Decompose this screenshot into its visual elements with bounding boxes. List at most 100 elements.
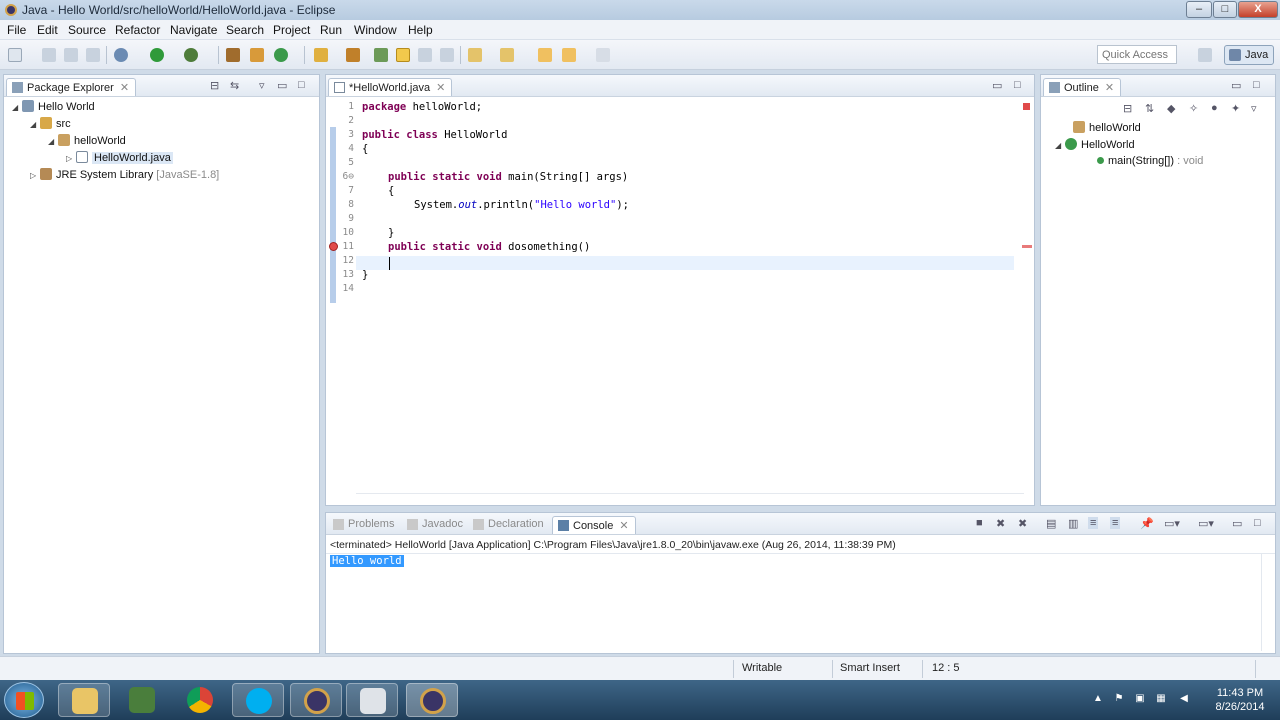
close-tab-icon[interactable]: ✕ [120,82,129,94]
remove-all-terminated-icon[interactable]: ✖ [1018,517,1027,530]
new-class-icon[interactable] [274,48,288,62]
tab-outline[interactable]: Outline ✕ [1043,78,1122,96]
expand-icon[interactable]: ◢ [48,137,58,146]
network-icon[interactable]: ▣ [1134,693,1146,705]
system-clock[interactable]: 11:43 PM 8/26/2014 [1205,686,1275,714]
block-selection-icon[interactable] [440,48,454,62]
search-icon[interactable] [346,48,360,62]
expand-icon[interactable]: ◢ [12,103,22,112]
close-tab-icon[interactable]: ✕ [619,520,628,532]
toggle-highlight-icon[interactable] [396,48,410,62]
taskbar-media[interactable] [116,683,168,717]
java-perspective-button[interactable]: Java [1224,45,1274,65]
save-icon[interactable] [42,48,56,62]
status-insert-mode[interactable]: Smart Insert [840,662,900,674]
scroll-lock-icon[interactable]: ▥ [1068,517,1078,530]
debug-icon[interactable] [114,48,128,62]
menu-search[interactable]: Search [226,23,264,37]
menu-run[interactable]: Run [320,23,342,37]
sort-icon[interactable]: ⇅ [1145,102,1154,115]
collapse-icon[interactable]: ▷ [66,154,76,163]
minimize-button[interactable]: – [1186,1,1212,18]
tab-package-explorer[interactable]: Package Explorer ✕ [6,78,137,96]
hide-local-types-icon[interactable]: ✦ [1231,102,1240,115]
show-console-on-output-icon[interactable]: ≡ [1110,517,1121,529]
tab-javadoc[interactable]: Javadoc [402,516,469,534]
show-whitespace-icon[interactable] [418,48,432,62]
link-with-editor-icon[interactable]: ⇆ [230,79,239,92]
code-editor[interactable]: 1 2 3 4 5 6⊖ 7 8 9 10 11 12 13 14 packag… [326,97,1034,505]
word-wrap-icon[interactable]: ≡ [1088,517,1099,529]
back-icon[interactable] [538,48,552,62]
taskbar-window[interactable] [346,683,398,717]
print-icon[interactable] [86,48,100,62]
tab-problems[interactable]: Problems [328,516,400,534]
collapse-all-icon[interactable]: ⊟ [210,79,219,92]
pin-console-icon[interactable]: 📌 [1140,517,1154,530]
close-tab-icon[interactable]: ✕ [1105,82,1114,94]
minimize-view-icon[interactable]: ▭ [1232,517,1242,530]
tab-console[interactable]: Console ✕ [552,516,636,534]
error-overview-icon[interactable] [1023,103,1030,110]
taskbar-eclipse-1[interactable] [290,683,342,717]
maximize-view-icon[interactable]: □ [1254,517,1261,529]
menu-help[interactable]: Help [408,23,433,37]
quick-access-input[interactable] [1097,45,1177,64]
start-button[interactable] [4,682,44,718]
error-overview-mark[interactable] [1022,245,1032,248]
volume-icon[interactable]: ◀ [1178,693,1190,705]
previous-annotation-icon[interactable] [500,48,514,62]
hide-fields-icon[interactable]: ◆ [1167,102,1175,115]
tray-app-icon[interactable]: ▦ [1155,693,1167,705]
collapse-icon[interactable]: ▷ [30,171,40,180]
tree-item-jre[interactable]: ▷ JRE System Library [JavaSE-1.8] [30,168,219,184]
close-button[interactable]: X [1238,1,1278,18]
open-console-icon[interactable]: ▭▾ [1198,517,1214,530]
expand-icon[interactable]: ◢ [30,120,40,129]
forward-icon[interactable] [562,48,576,62]
expand-icon[interactable]: ◢ [1055,141,1065,150]
taskbar-eclipse-2[interactable] [406,683,458,717]
flag-icon[interactable]: ⚑ [1113,693,1125,705]
new-icon[interactable] [8,48,22,62]
maximize-button[interactable]: □ [1213,1,1237,18]
minimize-view-icon[interactable]: ▭ [1231,79,1241,92]
menu-project[interactable]: Project [273,23,310,37]
tree-item-java-file[interactable]: ▷ HelloWorld.java [66,151,173,167]
view-menu-icon[interactable]: ▿ [1251,102,1257,115]
outline-item-class[interactable]: ◢ HelloWorld [1055,138,1135,154]
taskbar-skype[interactable] [232,683,284,717]
horizontal-scrollbar[interactable] [356,493,1024,503]
menu-file[interactable]: File [7,23,26,37]
new-package-icon[interactable] [250,48,264,62]
menu-navigate[interactable]: Navigate [170,23,217,37]
hide-static-icon[interactable]: ✧ [1189,102,1198,115]
tree-item-src[interactable]: ◢ src [30,117,71,133]
menu-refactor[interactable]: Refactor [115,23,160,37]
toggle-mark-icon[interactable] [374,48,388,62]
tab-declaration[interactable]: Declaration [468,516,550,534]
terminate-icon[interactable]: ■ [976,517,983,529]
vertical-scrollbar[interactable] [1261,553,1273,651]
menu-window[interactable]: Window [354,23,397,37]
view-menu-icon[interactable]: ▿ [259,79,265,92]
display-selected-console-icon[interactable]: ▭▾ [1164,517,1180,530]
clear-console-icon[interactable]: ▤ [1046,517,1056,530]
menu-edit[interactable]: Edit [37,23,58,37]
taskbar-explorer[interactable] [58,683,110,717]
console-output[interactable]: Hello world [330,555,404,567]
next-annotation-icon[interactable] [468,48,482,62]
maximize-view-icon[interactable]: □ [1014,79,1021,91]
hide-nonpublic-icon[interactable]: ● [1211,102,1218,114]
new-java-project-icon[interactable] [226,48,240,62]
minimize-view-icon[interactable]: ▭ [992,79,1002,92]
tree-item-package[interactable]: ◢ helloWorld [48,134,126,150]
external-tools-icon[interactable] [184,48,198,62]
menu-source[interactable]: Source [68,23,106,37]
minimize-view-icon[interactable]: ▭ [277,79,287,92]
save-all-icon[interactable] [64,48,78,62]
maximize-view-icon[interactable]: □ [1253,79,1260,91]
open-perspective-icon[interactable] [1198,48,1212,62]
tab-hello-world-java[interactable]: *HelloWorld.java ✕ [328,78,453,96]
maximize-view-icon[interactable]: □ [298,79,305,91]
